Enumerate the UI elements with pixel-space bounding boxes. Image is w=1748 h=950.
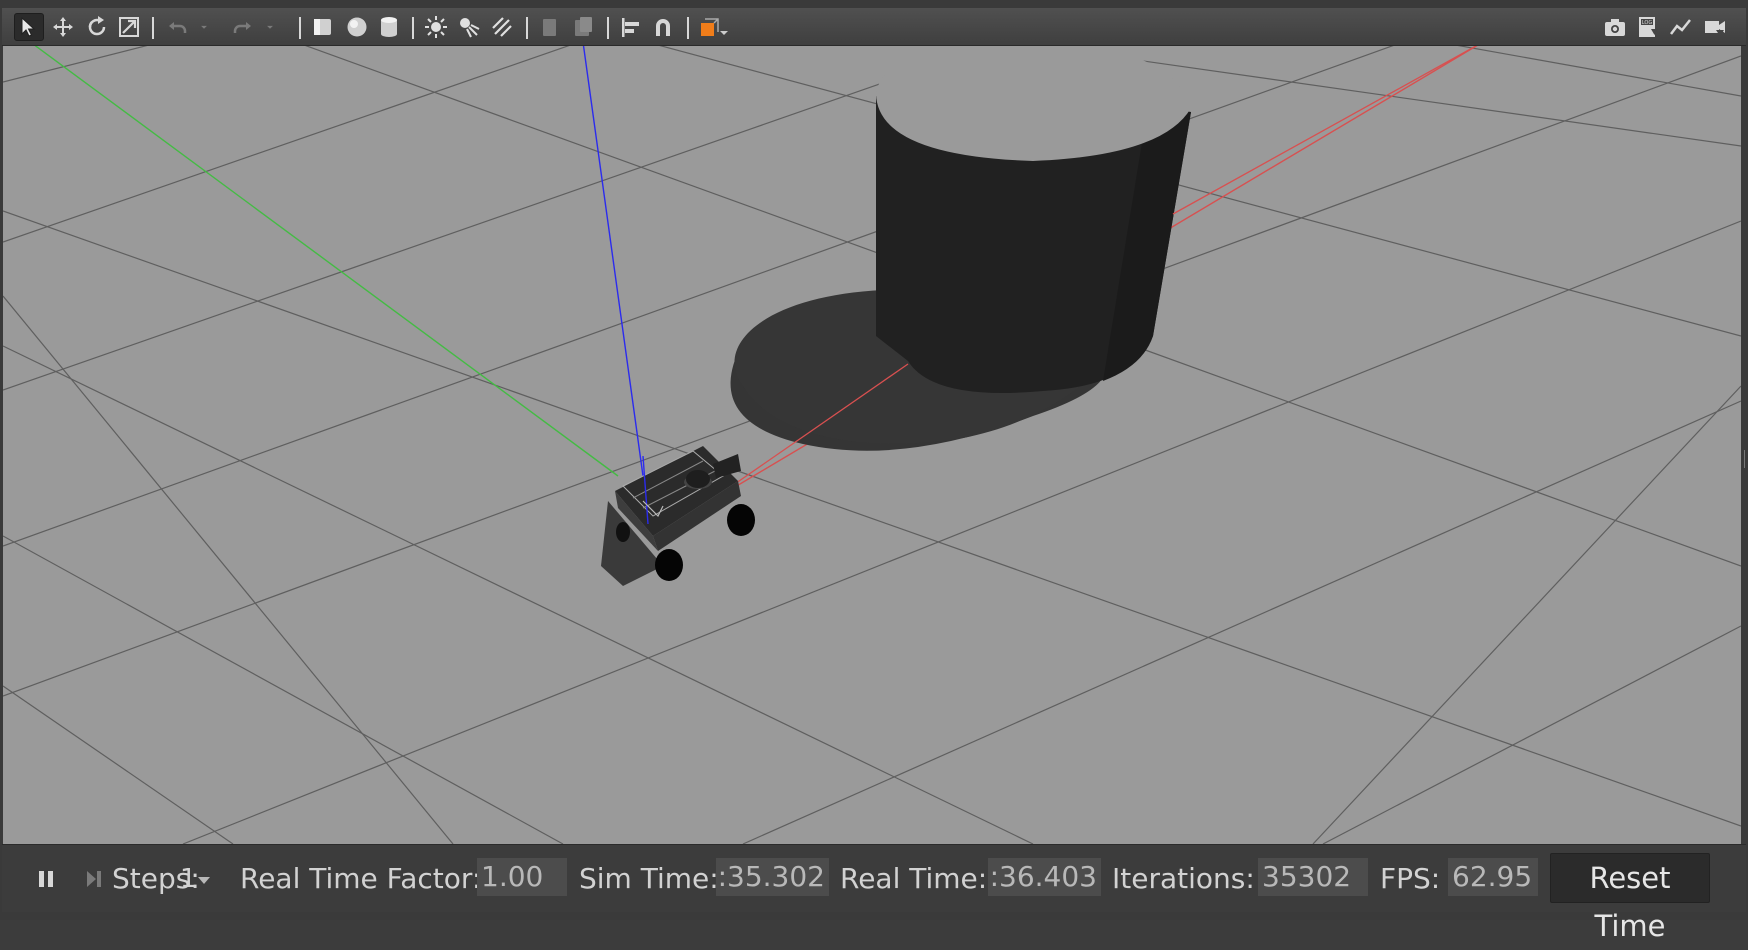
screenshot-icon [1605,19,1625,36]
scale-mode-button[interactable] [114,13,144,41]
insert-cylinder-button[interactable] [374,13,404,41]
align-button[interactable] [616,13,646,41]
side-panel-handle[interactable] [1744,450,1748,468]
paste-button[interactable] [568,13,598,41]
rotate-mode-button[interactable] [82,13,112,41]
fps-value: 62.95 [1448,858,1538,896]
redo-history-button[interactable] [260,13,280,41]
log-button[interactable]: LOG [1633,13,1663,41]
gazebo-window: LOG Steps: 1 Real Time Factor: 1.00 Sim … [0,0,1748,943]
insert-directional-light-button[interactable] [487,13,517,41]
log-icon: LOG [1639,17,1658,37]
plot-button[interactable] [1666,13,1696,41]
change-view-icon [701,18,728,36]
real-time-label: Real Time: [840,862,988,895]
point-light-icon [425,16,447,38]
rotate-icon [88,16,106,36]
redo-button[interactable] [228,13,258,41]
rtf-label: Real Time Factor: [240,862,482,895]
translate-mode-button[interactable] [48,13,78,41]
plot-icon [1670,19,1691,35]
toolbar: LOG [2,8,1746,46]
spot-light-icon [460,18,480,38]
paste-icon [575,17,592,36]
box-shape-icon [314,19,331,35]
select-icon [21,16,36,37]
reset-time-button[interactable]: Reset Time [1550,853,1710,943]
iterations-value: 35302 [1258,858,1368,896]
undo-icon [169,22,187,33]
step-icon[interactable] [82,867,106,891]
pause-icon[interactable] [34,867,58,891]
copy-button[interactable] [535,13,565,41]
insert-point-light-button[interactable] [421,13,451,41]
snap-button[interactable] [648,13,678,41]
fps-label: FPS: [1380,862,1441,895]
select-mode-button[interactable] [14,13,44,41]
steps-dropdown-icon[interactable] [196,873,212,887]
insert-box-button[interactable] [308,13,338,41]
sim-time-value: 00:00:00:35.302 [716,858,829,896]
iterations-label: Iterations: [1112,862,1255,895]
insert-sphere-button[interactable] [342,13,372,41]
simulation-status-bar: Steps: 1 Real Time Factor: 1.00 Sim Time… [2,844,1746,943]
scale-icon [119,17,139,37]
snap-icon [656,19,670,36]
redo-dropdown-icon [267,25,273,29]
3d-viewport[interactable] [3,46,1741,844]
align-icon [622,18,639,37]
sphere-shape-icon [347,17,367,37]
undo-button[interactable] [162,13,192,41]
copy-icon [543,19,556,36]
redo-icon [233,22,251,33]
record-video-icon [1705,21,1725,36]
cylinder-shape-icon [381,17,397,37]
screenshot-button[interactable] [1600,13,1630,41]
directional-light-icon [492,17,512,37]
change-view-button[interactable] [696,13,732,41]
svg-text:LOG: LOG [1642,20,1653,26]
undo-dropdown-icon [201,25,207,29]
scene-render[interactable] [3,46,1741,844]
rtf-value: 1.00 [477,858,567,896]
insert-spot-light-button[interactable] [454,13,484,41]
real-time-value: 00:00:00:36.403 [988,858,1101,896]
steps-value[interactable]: 1 [180,859,197,899]
record-video-button[interactable] [1700,13,1730,41]
sim-time-label: Sim Time: [579,862,719,895]
undo-history-button[interactable] [194,13,214,41]
translate-icon [53,17,73,37]
